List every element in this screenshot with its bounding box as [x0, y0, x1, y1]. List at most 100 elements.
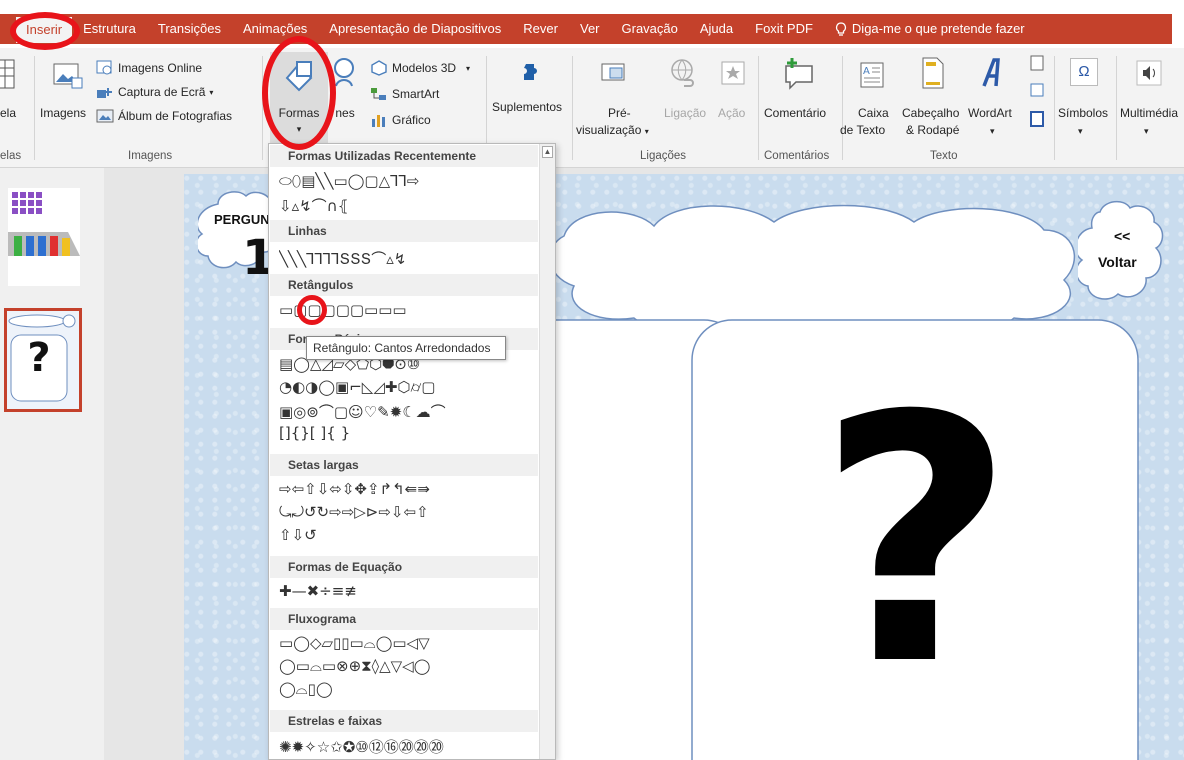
smartart-button[interactable]: SmartArt — [370, 86, 439, 102]
section-fluxograma: Fluxograma — [270, 608, 538, 630]
suplementos-button[interactable]: Suplementos — [492, 100, 562, 114]
cube-icon — [371, 60, 387, 76]
tab-gravacao[interactable]: Gravação — [611, 14, 689, 44]
shapes-gallery-dropdown[interactable]: Formas Utilizadas Recentemente ⬭⬯▤╲╲▭◯▢△… — [268, 143, 556, 760]
chart-icon — [372, 115, 385, 127]
album-button[interactable]: Álbum de Fotografias — [96, 108, 232, 124]
grafico-button[interactable]: Gráfico — [370, 112, 431, 128]
tab-rever[interactable]: Rever — [512, 14, 569, 44]
pre-visualizacao-line2: visualização — [576, 123, 642, 137]
section-estrelas: Estrelas e faixas — [270, 710, 538, 732]
menu-bar: Inserir Estrutura Transições Animações A… — [0, 0, 1184, 48]
acao-button[interactable]: Ação — [718, 106, 745, 120]
smartart-label: SmartArt — [392, 87, 440, 101]
online-pictures-icon — [96, 60, 112, 75]
separator — [1054, 56, 1055, 160]
shapes-row[interactable]: ✺✹✧☆✩✪⑩⑫⑯⑳⑳⑳ — [279, 736, 541, 758]
icones-button[interactable]: Ínes — [328, 106, 355, 120]
shapes-row[interactable]: ✚—✖÷≡≢ — [279, 582, 541, 604]
section-setas-largas: Setas largas — [270, 454, 538, 476]
cabecalho-line1[interactable]: Cabeçalho — [902, 106, 959, 120]
chevron-down-icon: ▾ — [644, 127, 649, 136]
title-cloud-shape[interactable] — [544, 196, 1104, 326]
tell-me-box[interactable]: Diga-me o que pretende fazer — [824, 14, 1036, 44]
tab-strip: Inserir Estrutura Transições Animações A… — [0, 14, 1172, 44]
tabela-button[interactable]: ela — [0, 106, 16, 120]
chevron-down-icon: ▾ — [1078, 126, 1083, 136]
thumbnail-question-mark: ? — [27, 335, 51, 381]
tab-ajuda[interactable]: Ajuda — [689, 14, 744, 44]
slide-canvas: PERGUN 1 << Voltar ? — [104, 168, 1184, 760]
icons-icon — [334, 58, 354, 87]
screenshot-icon — [97, 88, 112, 98]
gallery-scrollbar[interactable]: ▲ — [539, 144, 555, 759]
captura-button[interactable]: Captura de Ecrã ▾ — [96, 84, 213, 100]
imagens-online-label: Imagens Online — [118, 61, 203, 75]
shapes-row[interactable]: []{}[ ]{ } — [279, 424, 541, 446]
table-icon — [0, 59, 15, 89]
grafico-label: Gráfico — [392, 113, 431, 127]
section-equacao: Formas de Equação — [270, 556, 538, 578]
separator — [758, 56, 759, 160]
scroll-up-icon[interactable]: ▲ — [542, 146, 553, 158]
caixa-line2[interactable]: de Texto — [840, 123, 885, 137]
slide-thumbnail-pane: ? — [0, 168, 104, 760]
shapes-row[interactable]: ▭◯◇▱▯▯▭⌓◯▭◁▽ — [279, 634, 541, 656]
imagens-online-button[interactable]: Imagens Online — [96, 60, 202, 76]
tab-apresentacao[interactable]: Apresentação de Diapositivos — [318, 14, 512, 44]
shapes-row[interactable]: ⤿⤾↺↻⇨⇨▷⊳⇨⇩⇦⇧ — [279, 503, 541, 525]
link-icon — [671, 59, 694, 87]
simbolos-button[interactable]: Símbolos — [1058, 106, 1108, 120]
tab-inserir[interactable]: Inserir — [16, 17, 73, 43]
pre-visualizacao-button[interactable]: visualização ▾ — [576, 123, 649, 139]
formas-button[interactable]: Formas ▾ — [270, 52, 328, 144]
text-small-tools-icon — [1030, 55, 1044, 127]
simbolos-icon-box: Ω — [1070, 58, 1098, 86]
imagens-button[interactable]: Imagens — [40, 106, 86, 120]
slide-thumbnail-1[interactable] — [8, 188, 80, 286]
slide-thumbnail-2[interactable]: ? — [4, 308, 82, 412]
ligacao-button[interactable]: Ligação — [664, 106, 706, 120]
smartart-icon — [371, 88, 386, 100]
pre-visualizacao-line1[interactable]: Pré- — [608, 106, 631, 120]
back-label: Voltar — [1098, 254, 1137, 270]
speaker-icon — [1136, 60, 1162, 86]
multimedia-button[interactable]: Multimédia — [1120, 106, 1178, 120]
section-linhas: Linhas — [270, 220, 538, 242]
shapes-row[interactable]: ╲╲╲⅂⅂⅂⅂ՏՏՏ⌒▵↯ — [279, 248, 541, 270]
shapes-row[interactable]: ◯⌓▯◯ — [279, 680, 541, 702]
header-footer-icon — [922, 57, 944, 89]
shapes-row[interactable]: ▣◎⊚⌒▢☺♡✎✹☾☁⌒ — [279, 401, 541, 423]
shapes-row[interactable]: ▭▢▢▢▢▢▭▭▭ — [279, 301, 541, 323]
shapes-row[interactable]: ◯▭⌓▭⊗⊕⧗◊△▽◁◯ — [279, 657, 541, 679]
wordart-button[interactable]: WordArt — [968, 106, 1012, 120]
caixa-line1[interactable]: Caixa — [858, 106, 889, 120]
icones-label-start: Í — [328, 106, 332, 120]
shapes-row[interactable]: ⇨⇦⇧⇩⬄⇳✥⇪↱↰⇚⇛ — [279, 480, 541, 502]
shapes-row[interactable]: ⬭⬯▤╲╲▭◯▢△⅂⅂⇨ — [279, 172, 541, 194]
zoom-preview-icon — [601, 63, 625, 81]
action-star-icon — [721, 61, 745, 85]
tab-animacoes[interactable]: Animações — [232, 14, 318, 44]
shapes-row[interactable]: ◔◐◑◯▣⌐◺◿✚⬡⌭▢ — [279, 378, 541, 400]
shapes-icon — [285, 61, 313, 92]
separator — [262, 56, 263, 160]
pictures-icon — [53, 63, 83, 89]
tab-transicoes[interactable]: Transições — [147, 14, 232, 44]
tab-estrutura[interactable]: Estrutura — [72, 14, 147, 44]
shapes-row[interactable]: ⇩▵↯⌒∩⦃ — [279, 195, 541, 217]
question-label: PERGUN — [214, 212, 270, 227]
group-comentarios: Comentários — [764, 150, 830, 162]
group-texto: Texto — [930, 150, 958, 162]
shapes-row[interactable]: ⇧⇩↺ — [279, 526, 541, 548]
comentario-button[interactable]: Comentário — [764, 106, 826, 120]
tab-ver[interactable]: Ver — [569, 14, 611, 44]
big-question-mark: ? — [817, 344, 1015, 740]
modelos3d-button[interactable]: Modelos 3D ▾ — [370, 60, 470, 76]
separator — [34, 56, 35, 160]
svg-text:A: A — [863, 66, 870, 77]
cabecalho-line2[interactable]: & Rodapé — [906, 123, 959, 137]
group-imagens: Imagens — [128, 150, 173, 162]
tab-foxit[interactable]: Foxit PDF — [744, 14, 824, 44]
section-recentes: Formas Utilizadas Recentemente — [270, 145, 538, 167]
